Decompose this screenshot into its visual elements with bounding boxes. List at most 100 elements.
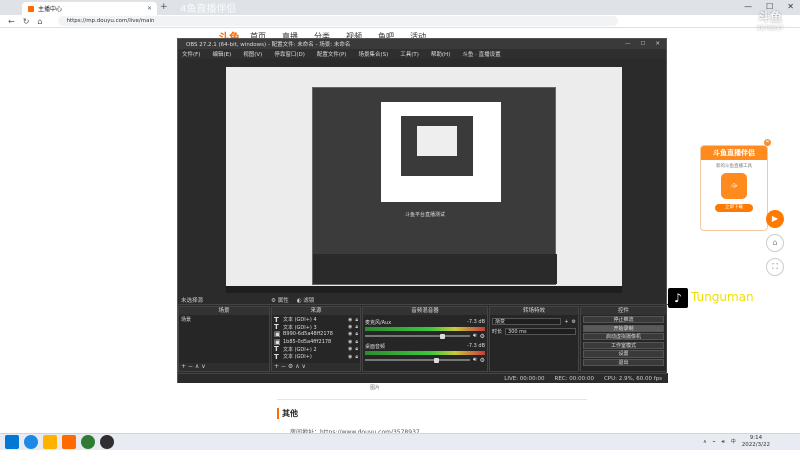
ad-title: 斗鱼直播伴侣 (701, 146, 767, 160)
menu-view[interactable]: 视图(V) (243, 50, 262, 58)
lock-icon[interactable]: 🔒︎ (355, 331, 358, 337)
menu-profile[interactable]: 配置文件(P) (317, 50, 347, 58)
settings-button[interactable]: 设置 (583, 350, 664, 358)
menu-douyu[interactable]: 斗鱼 · 直播设置 (462, 50, 500, 58)
obs-app-icon[interactable] (100, 435, 114, 449)
file-explorer-icon[interactable] (43, 435, 57, 449)
chrome-icon[interactable] (81, 435, 95, 449)
close-tab-icon[interactable]: ✕ (147, 5, 152, 12)
system-tray: ∧ ⌁ 🔊︎ 中 9:14 2022/3/22 (703, 435, 770, 448)
move-up-icon[interactable]: ∧ (295, 363, 299, 370)
fullscreen-icon[interactable]: ⛶ (766, 258, 784, 276)
back-icon[interactable]: ← (8, 17, 15, 26)
lock-icon[interactable]: 🔒︎ (355, 346, 358, 352)
new-tab-icon[interactable]: + (160, 2, 168, 12)
source-item[interactable]: T 文本 (GDI+) 4 ◉ 🔒︎ (274, 316, 358, 324)
visibility-eye-icon[interactable]: ◉ (348, 339, 352, 345)
tiktok-logo-icon: ♪ (668, 288, 688, 308)
download-button[interactable]: 立即下载 (715, 204, 753, 212)
visibility-eye-icon[interactable]: ◉ (348, 317, 352, 323)
source-item[interactable]: T 文本 (GDI+) 2 ◉ 🔒︎ (274, 345, 358, 353)
volume-knob[interactable] (434, 357, 440, 363)
visibility-eye-icon[interactable]: ◉ (348, 346, 352, 352)
visibility-eye-icon[interactable]: ◉ (348, 331, 352, 337)
source-label: 文本 (GDI+) 3 (283, 324, 317, 331)
preview-nested-page (381, 102, 501, 202)
source-item[interactable]: ▣ 1b85-0d5a4fff2178 ◉ 🔒︎ (274, 338, 358, 346)
stop-streaming-button[interactable]: 停止推流 (583, 316, 664, 324)
home-side-icon[interactable]: ⌂ (766, 234, 784, 252)
obs-minimize-icon[interactable]: — (625, 41, 631, 47)
menu-scene-collection[interactable]: 场景集合(S) (358, 50, 388, 58)
transitions-title: 转场特效 (490, 307, 578, 315)
obs-maximize-icon[interactable]: ☐ (640, 41, 645, 47)
speaker-icon[interactable]: 🔊︎ (473, 356, 477, 364)
app-logo-icon: 🐟︎ (721, 173, 747, 199)
remove-source-icon[interactable]: − (281, 363, 286, 370)
lock-icon[interactable]: 🔒︎ (355, 354, 358, 360)
volume-slider[interactable] (365, 333, 470, 339)
duration-input[interactable]: 300 ms (505, 328, 576, 335)
edge-browser-icon[interactable] (24, 435, 38, 449)
add-source-icon[interactable]: + (274, 363, 279, 370)
move-down-icon[interactable]: ∨ (302, 363, 306, 370)
channel-db: -7.3 dB (467, 343, 485, 349)
virtual-camera-button[interactable]: 启动虚拟摄像机 (583, 333, 664, 341)
refresh-icon[interactable]: ↻ (23, 17, 30, 26)
visibility-eye-icon[interactable]: ◉ (348, 354, 352, 360)
start-recording-button[interactable]: 开始录制 (583, 324, 664, 332)
volume-slider[interactable] (365, 357, 470, 363)
volume-knob[interactable] (440, 333, 446, 339)
ime-indicator[interactable]: 中 (731, 438, 736, 445)
speaker-icon[interactable]: 🔊︎ (473, 332, 477, 340)
properties-button[interactable]: ⚙ 属性 (271, 296, 289, 304)
sources-footer: + − ⚙ ∧ ∨ (272, 363, 360, 371)
source-item[interactable]: T 文本 (GDI+) ◉ 🔒︎ (274, 353, 358, 361)
move-up-icon[interactable]: ∧ (195, 363, 199, 370)
lock-icon[interactable]: 🔒︎ (355, 339, 358, 345)
page-small-text: 图片 (370, 385, 381, 391)
mixer-channel-mic: 麦克风/Aux -7.3 dB (365, 319, 485, 326)
douyu-app-icon[interactable] (62, 435, 76, 449)
windows-start-icon[interactable] (5, 435, 19, 449)
source-settings-icon[interactable]: ⚙ (288, 363, 293, 370)
exit-button[interactable]: 退出 (583, 358, 664, 367)
studio-mode-button[interactable]: 工作室模式 (583, 341, 664, 349)
tray-arrow-icon[interactable]: ∧ (703, 439, 707, 445)
add-scene-icon[interactable]: + (181, 363, 186, 370)
preview-nested-obs-2 (401, 116, 473, 176)
remove-scene-icon[interactable]: − (188, 363, 193, 370)
clock[interactable]: 9:14 2022/3/22 (742, 435, 770, 448)
url-field[interactable]: https://mp.douyu.com/live/main (58, 16, 619, 26)
network-icon[interactable]: ⌁ (713, 439, 716, 445)
channel-settings-icon[interactable]: ⚙ (480, 333, 485, 340)
preview-nested-page-2 (417, 126, 457, 156)
lock-icon[interactable]: 🔒︎ (355, 324, 358, 330)
browser-tab[interactable]: 主播中心 ✕ (22, 2, 157, 15)
volume-meter (365, 327, 485, 331)
menu-file[interactable]: 文件(F) (182, 50, 200, 58)
channel-settings-icon[interactable]: ⚙ (480, 357, 485, 364)
move-down-icon[interactable]: ∨ (201, 363, 205, 370)
visibility-eye-icon[interactable]: ◉ (348, 324, 352, 330)
obs-close-icon[interactable]: ✕ (655, 41, 660, 47)
scene-item[interactable]: 场景 (181, 316, 267, 323)
transition-settings-icon[interactable]: ⚙ (572, 319, 576, 325)
add-transition-icon[interactable]: + (564, 319, 568, 325)
obs-preview[interactable]: 斗鱼平台直播测试 (226, 67, 622, 293)
menu-docks[interactable]: 停靠窗口(D) (274, 50, 305, 58)
menu-tools[interactable]: 工具(T) (400, 50, 419, 58)
menu-edit[interactable]: 编辑(E) (212, 50, 231, 58)
transition-select[interactable]: 渐变 (492, 318, 562, 325)
source-item[interactable]: T 文本 (GDI+) 3 ◉ 🔒︎ (274, 323, 358, 331)
volume-icon[interactable]: 🔊︎ (722, 439, 725, 445)
menu-help[interactable]: 帮助(H) (431, 50, 450, 58)
ad-close-icon[interactable]: ✕ (764, 139, 771, 146)
app-ad-card[interactable]: 斗鱼直播伴侣 新的斗鱼直播工具 🐟︎ 立即下载 (700, 145, 768, 231)
source-item[interactable]: ▣ B990-6d5a48ff2178 ◉ 🔒︎ (274, 330, 358, 338)
transition-type-row: 渐变 + ⚙ (492, 318, 576, 325)
filters-button[interactable]: ◐ 滤镜 (297, 296, 315, 304)
home-icon[interactable]: ⌂ (37, 17, 42, 26)
live-play-icon[interactable]: ▶ (766, 210, 784, 228)
lock-icon[interactable]: 🔒︎ (355, 317, 358, 323)
